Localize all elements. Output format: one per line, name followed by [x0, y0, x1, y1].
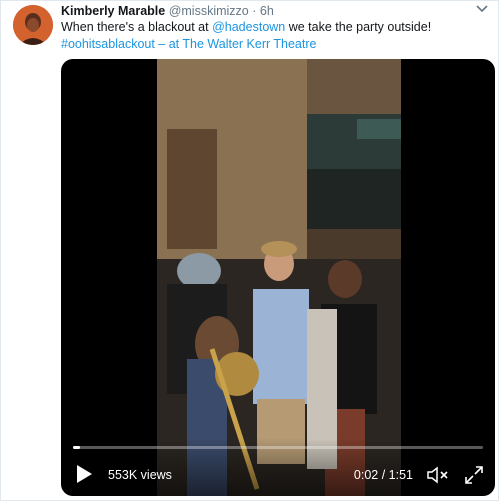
video-progress-bar[interactable]: [73, 446, 483, 449]
muted-speaker-icon[interactable]: [427, 466, 449, 484]
tweet-line-1: When there's a blackout at @hadestown we…: [61, 19, 486, 36]
avatar[interactable]: [13, 5, 53, 45]
video-frame: [157, 59, 401, 496]
video-controls: 553K views 0:02 / 1:51: [61, 438, 495, 496]
separator: ·: [252, 4, 257, 18]
author-name[interactable]: Kimberly Marable: [61, 4, 165, 18]
location-link[interactable]: – at The Walter Kerr Theatre: [155, 37, 316, 51]
video-progress-fill: [73, 446, 81, 449]
video-player[interactable]: 553K views 0:02 / 1:51: [61, 59, 495, 496]
tweet-header: Kimberly Marable @misskimizzo · 6h: [61, 3, 478, 20]
fullscreen-icon[interactable]: [465, 466, 483, 484]
hashtag-link[interactable]: #oohitsablackout: [61, 37, 155, 51]
tweet-text: When there's a blackout at @hadestown we…: [61, 19, 486, 53]
tweet-line-2: #oohitsablackout – at The Walter Kerr Th…: [61, 36, 486, 53]
video-timecode: 0:02 / 1:51: [353, 468, 413, 482]
mention-link[interactable]: @hadestown: [212, 20, 285, 34]
author-handle[interactable]: @misskimizzo: [169, 4, 249, 18]
tweet-text-before: When there's a blackout at: [61, 20, 213, 34]
view-count: 553K views: [108, 468, 172, 482]
chevron-down-icon[interactable]: [476, 5, 488, 16]
play-icon[interactable]: [75, 464, 93, 484]
tweet-timestamp[interactable]: 6h: [260, 4, 274, 18]
tweet-text-after: we take the party outside!: [285, 20, 432, 34]
